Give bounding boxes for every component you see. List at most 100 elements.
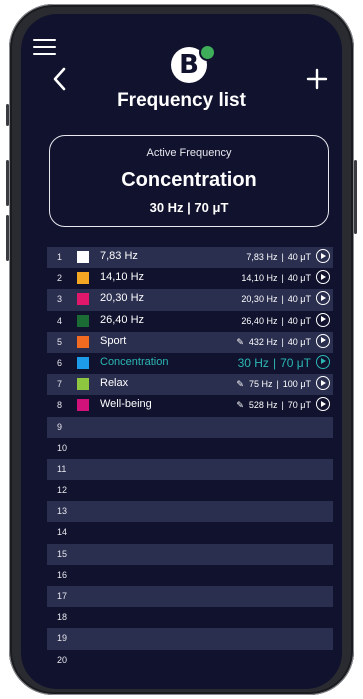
frequency-intensity: 70 μT — [287, 400, 311, 411]
row-number: 9 — [57, 421, 63, 432]
row-number: 3 — [57, 294, 63, 305]
row-number: 19 — [57, 633, 68, 644]
play-icon[interactable] — [316, 333, 330, 348]
row-number: 10 — [57, 442, 68, 453]
frequency-row[interactable]: 1 7,83 Hz 7,83 Hz | 40 μT — [47, 247, 333, 269]
active-frequency-label: Active Frequency — [146, 147, 232, 159]
frequency-hz: 20,30 Hz — [241, 294, 278, 305]
row-number: 1 — [57, 252, 63, 262]
frequency-name: 7,83 Hz — [100, 250, 138, 262]
frequency-name: Sport — [100, 334, 127, 347]
color-swatch — [77, 293, 89, 306]
frequency-intensity: 40 μT — [287, 294, 311, 305]
volume-down-button — [6, 215, 9, 261]
row-number: 15 — [57, 548, 68, 559]
frequency-name: Concentration — [100, 355, 169, 368]
value-separator: | — [281, 336, 284, 347]
back-arrow-icon[interactable] — [50, 66, 72, 92]
active-frequency-name: Concentration — [121, 169, 257, 191]
frequency-row[interactable]: 2 14,10 Hz 14,10 Hz | 40 μT — [47, 268, 333, 290]
color-swatch — [77, 335, 89, 348]
frequency-row: 9 — [47, 416, 333, 438]
frequency-hz: 75 Hz — [248, 379, 273, 390]
row-number: 6 — [57, 357, 63, 368]
frequency-row[interactable]: 4 26,40 Hz 26,40 Hz | 40 μT — [47, 310, 333, 332]
play-icon[interactable] — [316, 376, 330, 391]
color-swatch — [77, 314, 89, 327]
frequency-row[interactable]: 7 Relax ✎ 75 Hz | 100 μT — [47, 374, 333, 396]
row-number: 12 — [57, 485, 68, 496]
frequency-list: 1 7,83 Hz 7,83 Hz | 40 μT 2 14,10 Hz 14,10 Hz | 4… — [47, 247, 333, 671]
frequency-values: 26,40 Hz | 40 μT — [241, 316, 311, 326]
add-icon[interactable] — [306, 68, 328, 90]
row-number: 14 — [57, 527, 68, 538]
frequency-values: ✎ 75 Hz | 100 μT — [236, 379, 311, 390]
frequency-row: 17 — [47, 586, 333, 608]
value-separator: | — [281, 315, 284, 326]
frequency-intensity: 40 μT — [287, 273, 311, 284]
volume-up-button — [6, 160, 9, 206]
frequency-hz: 7,83 Hz — [246, 252, 278, 262]
play-icon[interactable] — [316, 270, 330, 285]
active-frequency-values: 30 Hz | 70 μT — [149, 200, 229, 215]
frequency-values: 30 Hz | 70 μT — [238, 356, 311, 370]
frequency-name: 26,40 Hz — [100, 313, 145, 326]
active-frequency-card: Active Frequency Concentration 30 Hz | 7… — [49, 135, 329, 227]
frequency-values: ✎ 528 Hz | 70 μT — [236, 400, 311, 411]
frequency-intensity: 100 μT — [282, 379, 311, 390]
frequency-values: ✎ 432 Hz | 40 μT — [236, 337, 311, 348]
edit-pencil-icon[interactable]: ✎ — [236, 379, 244, 390]
frequency-row: 14 — [47, 522, 333, 544]
frequency-name: Well-being — [100, 398, 152, 411]
play-icon[interactable] — [316, 312, 330, 327]
page-title: Frequency list — [117, 90, 246, 111]
menu-icon[interactable] — [33, 39, 56, 55]
row-number: 16 — [57, 569, 68, 580]
row-number: 13 — [57, 506, 68, 517]
row-number: 18 — [57, 612, 68, 623]
frequency-row: 13 — [47, 501, 333, 523]
frequency-hz: 26,40 Hz — [241, 315, 278, 326]
frequency-row[interactable]: 8 Well-being ✎ 528 Hz | 70 μT — [47, 395, 333, 417]
play-icon[interactable] — [316, 354, 330, 369]
row-number: 2 — [57, 273, 63, 284]
color-swatch — [77, 378, 89, 391]
frequency-row[interactable]: 3 20,30 Hz 20,30 Hz | 40 μT — [47, 289, 333, 311]
row-number: 11 — [57, 463, 67, 474]
link-badge-icon — [199, 44, 216, 61]
color-swatch — [77, 399, 89, 412]
frequency-name: 20,30 Hz — [100, 292, 145, 305]
value-separator: | — [281, 273, 284, 284]
play-icon[interactable] — [316, 397, 330, 412]
row-number: 7 — [57, 379, 63, 390]
frequency-hz: 14,10 Hz — [241, 273, 278, 284]
edit-pencil-icon[interactable]: ✎ — [236, 400, 244, 411]
frequency-hz: 30 Hz — [237, 355, 269, 370]
frequency-intensity: 70 μT — [280, 355, 311, 370]
row-number: 20 — [57, 654, 68, 665]
row-number: 5 — [57, 336, 63, 347]
value-separator: | — [272, 355, 277, 370]
frequency-row: 11 — [47, 458, 333, 481]
frequency-row[interactable]: 6 Concentration 30 Hz | 70 μT — [47, 352, 333, 375]
frequency-row[interactable]: 5 Sport ✎ 432 Hz | 40 μT — [47, 331, 333, 353]
value-separator: | — [281, 252, 284, 262]
frequency-hz: 432 Hz — [248, 336, 278, 347]
frequency-row: 19 — [47, 628, 333, 650]
play-icon[interactable] — [316, 249, 330, 263]
frequency-row: 20 — [47, 649, 333, 671]
row-number: 8 — [57, 400, 63, 411]
frequency-row: 16 — [47, 564, 333, 586]
value-separator: | — [281, 294, 284, 305]
row-number: 4 — [57, 315, 63, 326]
play-icon[interactable] — [316, 291, 330, 306]
color-swatch — [77, 272, 89, 285]
color-swatch — [77, 251, 89, 263]
frequency-row: 12 — [47, 480, 333, 502]
frequency-values: 20,30 Hz | 40 μT — [241, 294, 311, 304]
edit-pencil-icon[interactable]: ✎ — [236, 337, 244, 348]
value-separator: | — [276, 379, 279, 390]
frequency-values: 14,10 Hz | 40 μT — [241, 273, 311, 283]
frequency-row: 18 — [47, 607, 333, 629]
color-swatch — [77, 356, 89, 369]
